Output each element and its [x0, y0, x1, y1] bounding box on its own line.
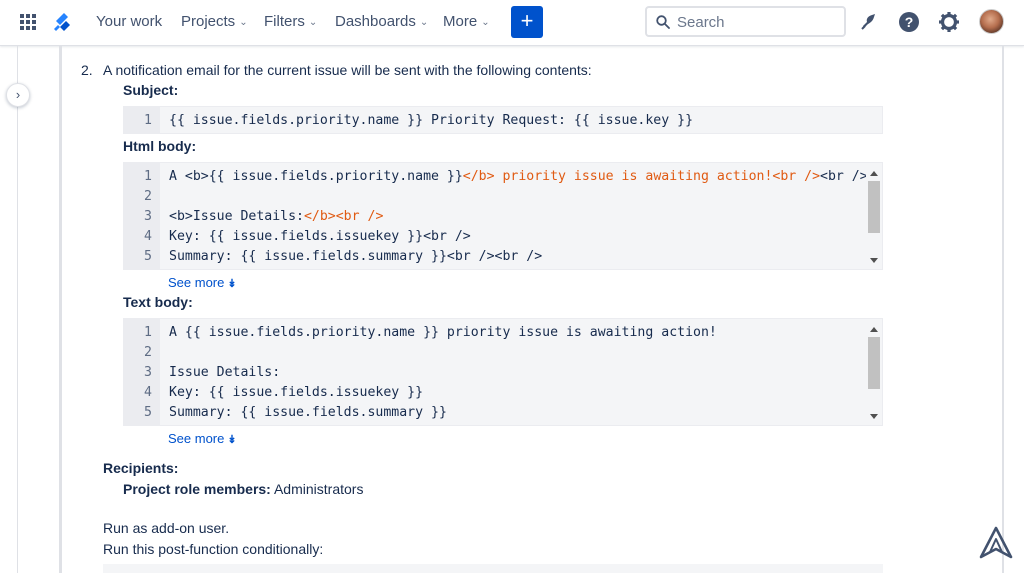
code-line: 1 A {{ issue.fields.priority.name }} pri…: [124, 323, 717, 343]
text-body-label: Text body:: [123, 294, 193, 310]
html-body-label: Html body:: [123, 138, 197, 154]
text-body-code-block[interactable]: 1 A {{ issue.fields.priority.name }} pri…: [123, 318, 883, 426]
sidebar-expand-button[interactable]: ›: [6, 83, 30, 107]
code-line: 2: [124, 343, 152, 363]
svg-text:?: ?: [905, 14, 914, 30]
chevron-right-icon: ›: [15, 87, 21, 102]
line-number: 5: [144, 405, 152, 420]
run-as-text: Run as add-on user.: [103, 520, 230, 536]
code-text: A {{ issue.fields.priority.name }} prior…: [169, 325, 717, 340]
run-conditionally-text: Run this post-function conditionally:: [103, 541, 324, 557]
code-tag-text: </b><br />: [303, 209, 384, 224]
nav-projects[interactable]: Projects ⌄: [181, 13, 248, 30]
scroll-down-arrow-icon[interactable]: [870, 414, 878, 419]
html-body-see-more-link[interactable]: See more ↡: [168, 275, 237, 290]
scrollbar[interactable]: [866, 319, 882, 425]
code-line: 1 A <b>{{ issue.fields.priority.name }}<…: [124, 167, 868, 187]
line-number: 1: [144, 113, 152, 128]
scrollbar-thumb[interactable]: [868, 181, 880, 233]
line-number: 3: [144, 365, 152, 380]
recipients-label: Recipients:: [103, 460, 179, 476]
code-line: 1 {{ issue.fields.priority.name }} Prior…: [124, 111, 693, 131]
step-number: 2.: [81, 62, 93, 78]
search-icon: [656, 15, 670, 29]
settings-icon[interactable]: [938, 11, 960, 33]
help-icon[interactable]: ?: [898, 11, 920, 33]
top-navigation: Your work Projects ⌄ Filters ⌄ Dashboards ⌄…: [0, 0, 1024, 46]
html-body-code-block[interactable]: 1 A <b>{{ issue.fields.priority.name }}<…: [123, 162, 883, 270]
line-number: 1: [144, 325, 152, 340]
scroll-up-arrow-icon[interactable]: [870, 327, 878, 332]
code-tag-text: </b> priority issue is awaiting action!<…: [462, 169, 821, 184]
code-line: 3 Issue Details:: [124, 363, 280, 383]
code-text: Summary: {{ issue.fields.summary }}<br /…: [169, 249, 543, 264]
double-chevron-down-icon: ↡: [227, 278, 237, 290]
line-number: 5: [144, 249, 152, 264]
code-line: 3 <b>Issue Details:</b><br />: [124, 207, 383, 227]
nav-dashboards[interactable]: Dashboards ⌄: [335, 13, 428, 30]
chevron-down-icon: ⌄: [419, 17, 429, 28]
app-switcher-icon[interactable]: [19, 13, 37, 31]
code-text: Issue Details:: [169, 365, 281, 380]
step-description: A notification email for the current iss…: [103, 62, 592, 78]
line-number: 4: [144, 385, 152, 400]
nav-your-work[interactable]: Your work: [96, 13, 162, 30]
avatar[interactable]: [979, 9, 1004, 34]
text-body-see-more-link[interactable]: See more ↡: [168, 431, 237, 446]
code-line: 5 Summary: {{ issue.fields.summary }}: [124, 403, 447, 423]
double-chevron-down-icon: ↡: [227, 434, 237, 446]
code-line: 5 Summary: {{ issue.fields.summary }}<br…: [124, 247, 542, 267]
sidebar-divider: [17, 46, 18, 573]
project-role-members: Project role members: Administrators: [123, 481, 364, 497]
code-line: 4 Key: {{ issue.fields.issuekey }}<br />: [124, 227, 471, 247]
content-border-right: [1002, 46, 1004, 573]
create-button[interactable]: +: [511, 6, 543, 38]
code-text: Key: {{ issue.fields.issuekey }}<br />: [169, 229, 471, 244]
code-text: A <b>{{ issue.fields.priority.name }}: [169, 169, 463, 184]
line-number: 4: [144, 229, 152, 244]
code-text: Key: {{ issue.fields.issuekey }}: [169, 385, 424, 400]
condition-code-block: [103, 564, 883, 573]
code-text: Summary: {{ issue.fields.summary }}: [169, 405, 447, 420]
code-line: 4 Key: {{ issue.fields.issuekey }}: [124, 383, 423, 403]
subject-label: Subject:: [123, 82, 179, 98]
search-box[interactable]: [645, 6, 846, 37]
code-text: <b>Issue Details:: [169, 209, 304, 224]
code-line: 2: [124, 187, 152, 207]
line-number: 1: [144, 169, 152, 184]
nav-filters[interactable]: Filters ⌄: [264, 13, 317, 30]
chevron-down-icon: ⌄: [481, 17, 490, 28]
scroll-up-arrow-icon[interactable]: [870, 171, 878, 176]
scroll-down-arrow-icon[interactable]: [870, 258, 878, 263]
chevron-down-icon: ⌄: [308, 17, 318, 28]
scrollbar-thumb[interactable]: [868, 337, 880, 389]
content-border-left: [59, 46, 62, 573]
code-text: <br />: [820, 169, 868, 184]
brand-watermark-icon: [979, 526, 1013, 559]
notification-icon[interactable]: [858, 11, 880, 33]
jira-logo[interactable]: [52, 11, 74, 35]
chevron-down-icon: ⌄: [239, 17, 248, 28]
line-number: 3: [144, 209, 152, 224]
code-text: {{ issue.fields.priority.name }} Priorit…: [169, 113, 694, 128]
search-input[interactable]: [677, 12, 837, 32]
scrollbar[interactable]: [866, 163, 882, 269]
line-number: 2: [144, 345, 152, 360]
subject-code-block: 1 {{ issue.fields.priority.name }} Prior…: [123, 106, 883, 134]
line-number: 2: [144, 189, 152, 204]
nav-more[interactable]: More ⌄: [443, 13, 490, 30]
